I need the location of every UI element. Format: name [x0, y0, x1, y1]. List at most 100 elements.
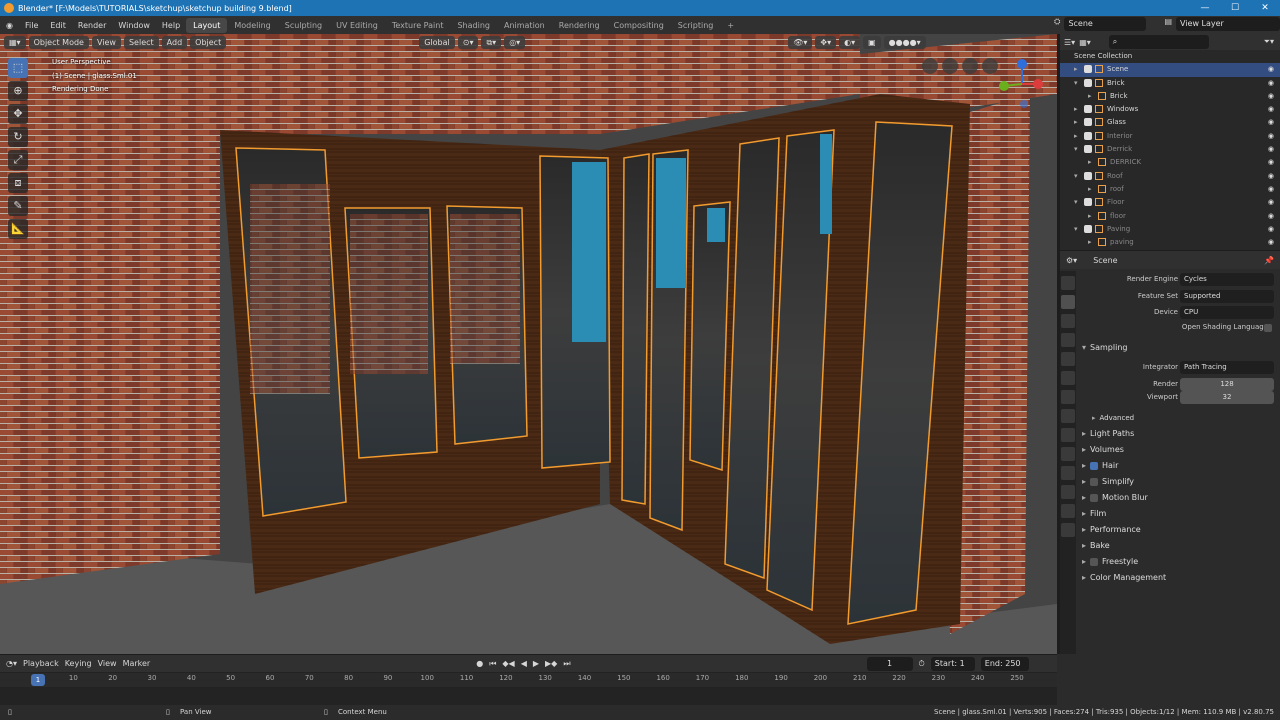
jump-start-icon[interactable]: ⏮ — [489, 659, 496, 669]
menu-window[interactable]: Window — [112, 21, 156, 30]
pivot-icon[interactable]: ⊙▾ — [457, 35, 479, 49]
keying-menu[interactable]: Keying — [65, 659, 92, 668]
outliner-row[interactable]: ▾ Derrick ◉ — [1060, 143, 1280, 156]
editor-type-icon[interactable]: ▦▾ — [4, 35, 26, 49]
xray-icon[interactable]: ▣ — [863, 35, 881, 49]
visibility-eye-icon[interactable]: ◉ — [1268, 90, 1274, 103]
visibility-eye-icon[interactable]: ◉ — [1268, 77, 1274, 90]
gizmo-icon[interactable]: ✥▾ — [815, 35, 837, 49]
jump-end-icon[interactable]: ⏭ — [563, 659, 570, 669]
physics-tab-icon[interactable] — [1061, 447, 1075, 461]
tab-animation[interactable]: Animation — [497, 18, 552, 33]
minimize-icon[interactable]: — — [1190, 0, 1220, 16]
view-layer-icon[interactable]: ▤ — [1164, 17, 1172, 31]
outliner-row[interactable]: ▸ DERRICK ◉ — [1060, 156, 1280, 169]
outliner-editor-icon[interactable]: ☰▾ — [1064, 38, 1075, 47]
view-layer-selector[interactable]: View Layer — [1176, 17, 1280, 31]
exclude-checkbox[interactable] — [1084, 145, 1092, 154]
osl-checkbox[interactable] — [1264, 324, 1272, 332]
outliner-row[interactable]: ▸ paving ◉ — [1060, 236, 1280, 249]
visibility-eye-icon[interactable]: ◉ — [1268, 210, 1274, 223]
menu-file[interactable]: File — [19, 21, 44, 30]
panel-header-freestyle[interactable]: ▸ Freestyle — [1082, 557, 1138, 566]
display-mode-icon[interactable]: ▦▾ — [1079, 38, 1091, 47]
rotate-icon[interactable]: ↻ — [8, 127, 28, 147]
scale-icon[interactable]: ⤢ — [8, 150, 28, 170]
view-layer-tab-icon[interactable] — [1061, 333, 1075, 347]
outliner-row[interactable]: ▸ Interior ◉ — [1060, 130, 1280, 143]
tab-uv-editing[interactable]: UV Editing — [329, 18, 385, 33]
playback-menu[interactable]: Playback — [23, 659, 59, 668]
menu-edit[interactable]: Edit — [44, 21, 72, 30]
expand-chevron-icon[interactable]: ▸ — [1088, 90, 1098, 103]
tool-tab-icon[interactable] — [1061, 276, 1075, 290]
panel-enable-checkbox[interactable] — [1090, 557, 1099, 566]
outliner-row[interactable]: ▸ Scene ◉ — [1060, 63, 1280, 77]
visibility-eye-icon[interactable]: ◉ — [1268, 143, 1274, 156]
visibility-eye-icon[interactable]: ◉ — [1268, 196, 1274, 209]
tab-rendering[interactable]: Rendering — [552, 18, 607, 33]
move-icon[interactable]: ✥ — [8, 104, 28, 124]
expand-chevron-icon[interactable]: ▾ — [1074, 223, 1084, 236]
texture-tab-icon[interactable] — [1061, 523, 1075, 537]
prev-keyframe-icon[interactable]: ◆◀ — [502, 659, 514, 668]
panel-enable-checkbox[interactable] — [1090, 477, 1099, 486]
panel-enable-checkbox[interactable] — [1090, 461, 1099, 470]
outliner-row[interactable]: ▾ Roof ◉ — [1060, 170, 1280, 183]
visibility-eye-icon[interactable]: ◉ — [1268, 223, 1274, 236]
exclude-checkbox[interactable] — [1084, 224, 1092, 233]
data-tab-icon[interactable] — [1061, 485, 1075, 499]
navigation-gizmo[interactable] — [918, 58, 1048, 120]
menu-help[interactable]: Help — [156, 21, 186, 30]
expand-chevron-icon[interactable]: ▾ — [1074, 143, 1084, 156]
tab-sculpting[interactable]: Sculpting — [278, 18, 329, 33]
expand-chevron-icon[interactable]: ▸ — [1074, 63, 1084, 76]
panel-header-motion-blur[interactable]: ▸ Motion Blur — [1082, 493, 1148, 502]
maximize-icon[interactable]: ☐ — [1220, 0, 1250, 16]
outliner-row[interactable]: ▾ Paving ◉ — [1060, 223, 1280, 236]
blender-menu-icon[interactable]: ◉ — [0, 21, 19, 30]
tab-texture-paint[interactable]: Texture Paint — [385, 18, 451, 33]
exclude-checkbox[interactable] — [1084, 118, 1092, 127]
integrator-select[interactable]: Path Tracing — [1180, 361, 1274, 374]
axis-y-icon[interactable] — [999, 81, 1009, 91]
marker-menu[interactable]: Marker — [123, 659, 151, 668]
add-workspace-icon[interactable]: + — [720, 18, 741, 33]
outliner-row[interactable]: ▾ Brick ◉ — [1060, 77, 1280, 90]
visibility-eye-icon[interactable]: ◉ — [1268, 156, 1274, 169]
particles-tab-icon[interactable] — [1061, 428, 1075, 442]
visibility-eye-icon[interactable]: ◉ — [1268, 130, 1274, 143]
select-menu[interactable]: Select — [123, 35, 159, 49]
scene-selector[interactable]: Scene — [1064, 17, 1147, 31]
constraints-tab-icon[interactable] — [1061, 466, 1075, 480]
record-icon[interactable]: ● — [476, 659, 483, 668]
play-reverse-icon[interactable]: ◀ — [521, 659, 527, 668]
outliner-row[interactable]: ▾ Floor ◉ — [1060, 196, 1280, 209]
exclude-checkbox[interactable] — [1084, 78, 1092, 87]
transform-icon[interactable]: ⧈ — [8, 173, 28, 193]
view-menu[interactable]: View — [91, 35, 121, 49]
render-engine-select[interactable]: Cycles — [1180, 273, 1274, 286]
panel-header-hair[interactable]: ▸ Hair — [1082, 461, 1118, 470]
frame-ruler[interactable]: 1 10 20 30 40 50 60 70 80 90 100 110 120 130 140 150 16… — [0, 673, 1057, 687]
material-tab-icon[interactable] — [1061, 504, 1075, 518]
panel-header-performance[interactable]: ▸ Performance — [1082, 525, 1141, 534]
proportional-edit-icon[interactable]: ◎▾ — [504, 35, 526, 49]
tab-modeling[interactable]: Modeling — [227, 18, 277, 33]
expand-chevron-icon[interactable]: ▸ — [1088, 210, 1098, 223]
visibility-eye-icon[interactable]: ◉ — [1268, 236, 1274, 249]
tab-scripting[interactable]: Scripting — [671, 18, 721, 33]
object-tab-icon[interactable] — [1061, 390, 1075, 404]
expand-chevron-icon[interactable]: ▸ — [1074, 116, 1084, 129]
menu-render[interactable]: Render — [72, 21, 112, 30]
shading-modes-icon[interactable]: ●●●●▾ — [883, 35, 926, 49]
visibility-eye-icon[interactable]: ◉ — [1268, 170, 1274, 183]
visibility-eye-icon[interactable]: ◉ — [1268, 183, 1274, 196]
panel-enable-checkbox[interactable] — [1090, 493, 1099, 502]
close-icon[interactable]: ✕ — [1250, 0, 1280, 16]
visibility-icon[interactable]: 👁▾ — [788, 35, 813, 49]
device-select[interactable]: CPU — [1180, 306, 1274, 319]
expand-chevron-icon[interactable]: ▸ — [1074, 130, 1084, 143]
modifier-tab-icon[interactable] — [1061, 409, 1075, 423]
visibility-eye-icon[interactable]: ◉ — [1268, 103, 1274, 116]
